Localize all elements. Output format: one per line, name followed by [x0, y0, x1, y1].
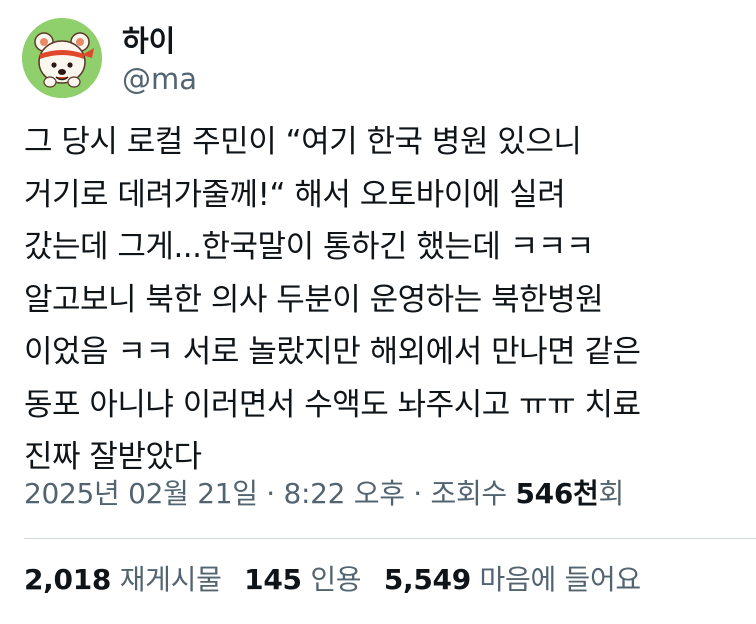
bear-mascot-icon	[22, 18, 102, 98]
tweet-text-line: 거기로 데려가줄께!“ 해서 오토바이에 실려	[24, 176, 566, 213]
tweet-text-line: 이었음 ㅋㅋ 서로 놀랐지만 해외에서 만나면 같은	[24, 334, 641, 370]
likes-stat[interactable]: 5,549 마음에 들어요	[384, 560, 641, 600]
reposts-stat[interactable]: 2,018 재게시물	[24, 560, 222, 600]
reposts-count: 2,018	[24, 563, 112, 596]
quotes-label: 인용	[310, 563, 362, 596]
tweet-text-line: 갔는데 그게...한국말이 통하긴 했는데 ㅋㅋㅋ	[24, 229, 594, 265]
tweet-timestamp[interactable]: 2025년 02월 21일 · 8:22 오후 · 조회수	[24, 477, 515, 510]
tweet-text-line: 알고보니 북한 의사 두분이 운영하는 북한병원	[24, 281, 604, 318]
engagement-stats: 2,018 재게시물 145 인용 5,549 마음에 들어요	[24, 560, 655, 600]
quotes-count: 145	[244, 563, 302, 596]
views-count[interactable]: 546천	[515, 477, 598, 510]
author-name[interactable]: 하이	[122, 24, 204, 58]
views-suffix: 회	[598, 477, 625, 510]
tweet-meta: 2025년 02월 21일 · 8:22 오후 · 조회수 546천회	[24, 474, 624, 514]
tweet-header: 하이 @ma	[22, 18, 322, 100]
likes-count: 5,549	[383, 563, 471, 596]
tweet-text-line: 그 당시 로컬 주민이 “여기 한국 병원 있으니	[24, 124, 582, 160]
tweet-text: 그 당시 로컬 주민이 “여기 한국 병원 있으니 거기로 데려가줄께!“ 해서…	[24, 116, 744, 484]
quotes-stat[interactable]: 145 인용	[244, 560, 361, 600]
avatar[interactable]	[22, 18, 102, 98]
author-handle[interactable]: @ma	[122, 62, 204, 96]
divider	[24, 538, 756, 539]
tweet-text-line: 동포 아니냐 이러면서 수액도 놔주시고 ㅠㅠ 치료	[24, 386, 641, 423]
likes-label: 마음에 들어요	[479, 563, 642, 596]
reposts-label: 재게시물	[119, 563, 222, 596]
